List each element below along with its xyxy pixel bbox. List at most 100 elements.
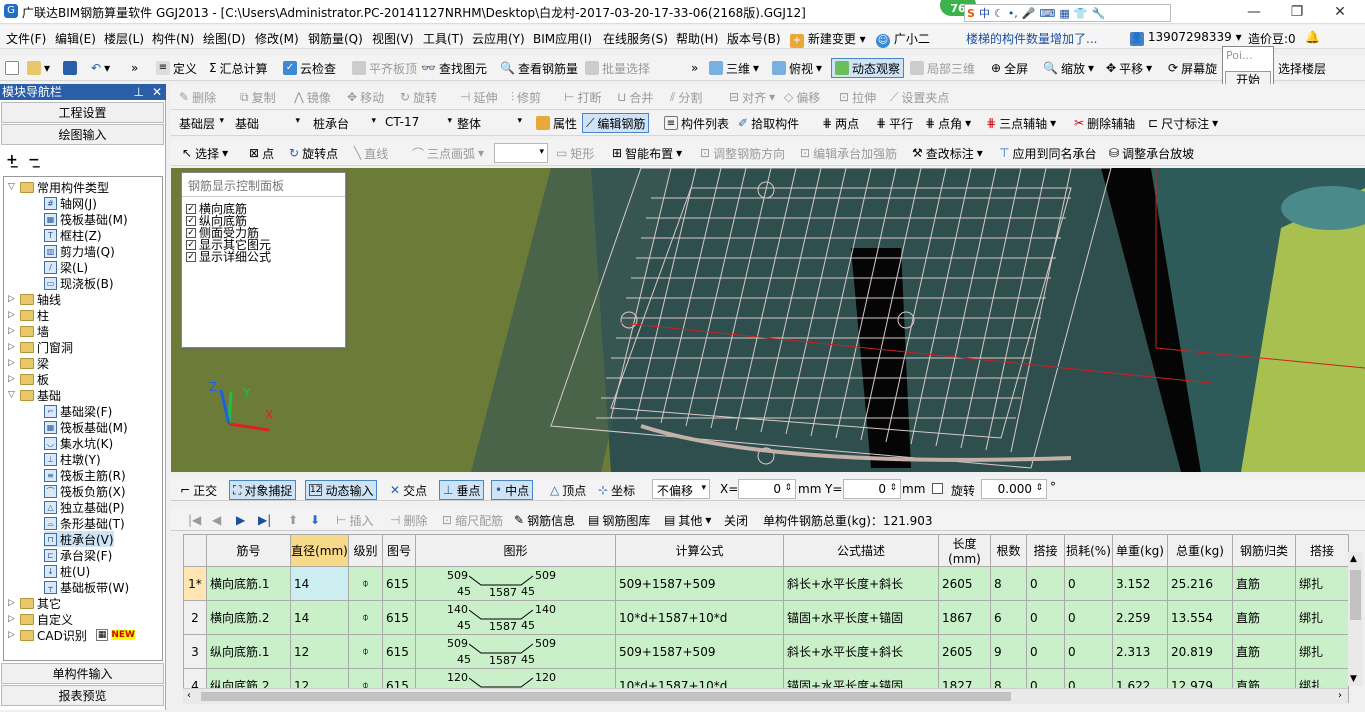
pick-member-button[interactable]: ✐ 拾取构件	[735, 113, 802, 133]
expand-all-icon[interactable]: +̲	[6, 152, 18, 168]
new-change-menu[interactable]: + 新建变更 ▾	[790, 30, 866, 48]
cell-fig[interactable]: 615	[382, 566, 416, 601]
cell-desc[interactable]: 斜长+水平长度+斜长	[783, 634, 939, 669]
three-point-axis-button[interactable]: ⋕ 三点辅轴 ▾	[983, 113, 1059, 133]
bell-icon[interactable]: 🔔	[1305, 30, 1320, 44]
scale-rebar-button[interactable]: ⊡ 缩尺配筋	[439, 510, 506, 530]
row-number[interactable]: 3	[183, 634, 207, 669]
table-row[interactable]: 2 横向底筋.2 14 ⌽ 615 140 140 45 1587 45 10*d+15…	[183, 600, 1349, 635]
col-header[interactable]: 损耗(%)	[1064, 534, 1113, 567]
prev-record-button[interactable]: ◀	[209, 510, 224, 530]
copy-button[interactable]: ⧉ 复制	[237, 87, 279, 107]
set-pinch-button[interactable]: ⟋ 设置夹点	[887, 87, 952, 107]
col-header[interactable]: 长度(mm)	[938, 534, 991, 567]
rotate-button[interactable]: ↻ 旋转	[397, 87, 440, 107]
rotate-point-button[interactable]: ↻ 旋转点	[286, 143, 341, 163]
two-point-button[interactable]: ⋕ 两点	[819, 113, 862, 133]
toolbar-overflow[interactable]: »	[688, 58, 701, 78]
delete-row-button[interactable]: ⊣ 删除	[387, 510, 430, 530]
menu-draw[interactable]: 绘图(D)	[203, 30, 246, 47]
level-top-button[interactable]: 平齐板顶	[349, 58, 420, 78]
col-header[interactable]: 钢筋归类	[1232, 534, 1296, 567]
point-angle-button[interactable]: ⋕ 点角 ▾	[922, 113, 974, 133]
cell-fig[interactable]: 615	[382, 600, 416, 635]
cell-formula[interactable]: 509+1587+509	[615, 566, 784, 601]
cell-grade[interactable]: ⌽	[348, 634, 383, 669]
line-button[interactable]: ╲ 直线	[351, 143, 391, 163]
minimize-button[interactable]: —	[1234, 0, 1274, 24]
cell-formula[interactable]: 509+1587+509	[615, 634, 784, 669]
cell-fig[interactable]: 615	[382, 634, 416, 669]
cell-dia[interactable]: 14	[290, 566, 349, 601]
shape-combo[interactable]: ▾	[494, 143, 548, 163]
tree-item[interactable]: ⊥ 柱墩(Y)	[44, 451, 101, 467]
cell-len[interactable]: 2605	[938, 566, 991, 601]
open-button[interactable]: ▾	[24, 58, 53, 78]
cell-name[interactable]: 横向底筋.1	[206, 566, 291, 601]
tree-group[interactable]: ▷ 轴线	[8, 291, 61, 307]
tree-group[interactable]: ▷ 板	[8, 371, 49, 387]
cell-lap[interactable]: 0	[1026, 600, 1065, 635]
offset-select[interactable]: 不偏移 ▾	[652, 479, 710, 499]
close-table-button[interactable]: 关闭	[721, 510, 751, 530]
cell-cls[interactable]: 直筋	[1232, 634, 1296, 669]
menu-view[interactable]: 视图(V)	[372, 30, 414, 47]
tree-common[interactable]: ▽ 常用构件类型	[8, 179, 109, 195]
property-button[interactable]: 属性	[533, 113, 580, 133]
edit-cap-rebar-button[interactable]: ⊡ 编辑承台加强筋	[797, 143, 900, 163]
menu-floor[interactable]: 楼层(L)	[104, 30, 144, 47]
next-record-button[interactable]: ▶	[233, 510, 248, 530]
col-header[interactable]: 计算公式	[615, 534, 784, 567]
guangxiaoer-menu[interactable]: ☺ 广小二	[876, 30, 930, 48]
tree-item[interactable]: ▦ 筏板基础(M)	[44, 211, 128, 227]
dynamic-input-button[interactable]: 12 动态输入	[305, 480, 378, 500]
move-down-button[interactable]: ⬇	[307, 510, 323, 530]
cell-desc[interactable]: 斜长+水平长度+斜长	[783, 566, 939, 601]
topview-button[interactable]: 俯视 ▾	[769, 58, 825, 78]
cell-lapt[interactable]: 绑扎	[1295, 600, 1349, 635]
move-button[interactable]: ✥ 移动	[344, 87, 387, 107]
x-input[interactable]: 0 ⇕	[738, 479, 796, 499]
menu-online[interactable]: 在线服务(S)	[603, 30, 668, 47]
edit-rebar-button[interactable]: ⟋ 编辑钢筋	[582, 113, 650, 133]
check-label-button[interactable]: ⚒ 查改标注 ▾	[909, 143, 986, 163]
cell-cls[interactable]: 直筋	[1232, 600, 1296, 635]
vertex-button[interactable]: △ 顶点	[547, 480, 589, 500]
y-input[interactable]: 0 ⇕	[843, 479, 901, 499]
cell-total[interactable]: 20.819	[1167, 634, 1233, 669]
cell-loss[interactable]: 0	[1064, 566, 1113, 601]
table-row[interactable]: 3 纵向底筋.1 12 ⌽ 615 509 509 45 1587 45 509+158…	[183, 634, 1349, 669]
col-header[interactable]: 图号	[382, 534, 416, 567]
menu-rebar-qty[interactable]: 钢筋量(Q)	[308, 30, 363, 47]
tree-item[interactable]: ▦ 筏板基础(M)	[44, 419, 128, 435]
merge-button[interactable]: ⊔ 合并	[614, 87, 656, 107]
tree-item[interactable]: ⌒ 筏板负筋(X)	[44, 483, 126, 499]
vscroll-thumb[interactable]	[1350, 570, 1361, 620]
part-select[interactable]: 整体 ▾	[453, 113, 525, 133]
cell-len[interactable]: 1867	[938, 600, 991, 635]
break-button[interactable]: ⊢ 打断	[561, 87, 604, 107]
tree-group[interactable]: ▷ 其它	[8, 595, 61, 611]
last-record-button[interactable]: ▶|	[255, 510, 274, 530]
col-header[interactable]: 筋号	[206, 534, 291, 567]
rebar-library-button[interactable]: ▤ 钢筋图库	[585, 510, 653, 530]
cell-cnt[interactable]: 8	[990, 566, 1027, 601]
tree-foundation[interactable]: ▽ 基础	[8, 387, 61, 403]
smart-layout-button[interactable]: ⊞ 智能布置 ▾	[609, 143, 685, 163]
stretch-button[interactable]: ⊡ 拉伸	[836, 87, 879, 107]
cell-total[interactable]: 25.216	[1167, 566, 1233, 601]
insert-button[interactable]: ⊢ 插入	[333, 510, 376, 530]
grid-icon[interactable]: ▦	[1059, 7, 1069, 20]
ime-mode[interactable]: 中	[979, 5, 990, 21]
align-button[interactable]: ⊟ 对齐 ▾	[726, 87, 778, 107]
tree-item[interactable]: ▭ 现浇板(B)	[44, 275, 114, 291]
table-row[interactable]: 1* 横向底筋.1 14 ⌽ 615 509 509 45 1587 45 509+15…	[183, 566, 1349, 601]
beans-label[interactable]: 造价豆:0	[1248, 30, 1296, 47]
cell-name[interactable]: 横向底筋.2	[206, 600, 291, 635]
drawing-input-button[interactable]: 绘图输入	[1, 124, 164, 145]
restore-button[interactable]: ❐	[1277, 0, 1317, 24]
menu-edit[interactable]: 编辑(E)	[55, 30, 96, 47]
cell-dia[interactable]: 14	[290, 600, 349, 635]
tree-group[interactable]: ▷ 柱	[8, 307, 49, 323]
ime-toolbar[interactable]: S 中 ☾ •, 🎤 ⌨ ▦ 👕 🔧	[964, 4, 1171, 22]
